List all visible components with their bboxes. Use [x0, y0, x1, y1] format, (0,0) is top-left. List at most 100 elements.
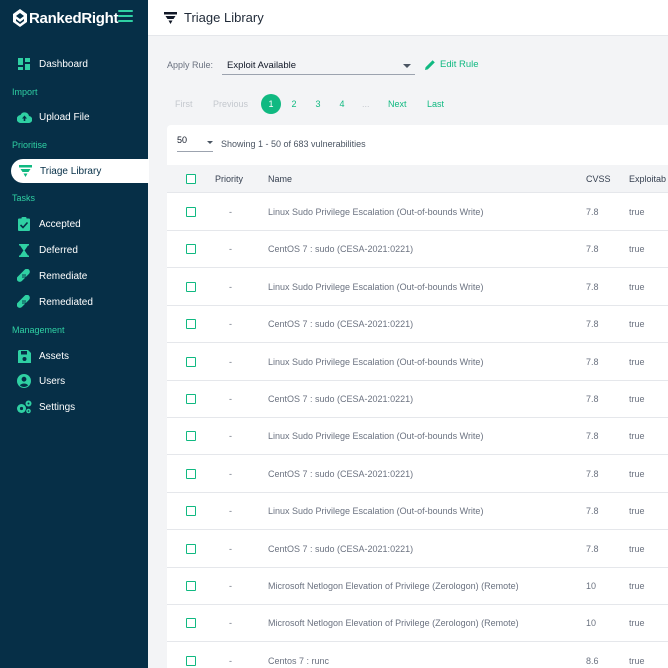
table-row[interactable]: - CentOS 7 : sudo (CESA-2021:0221) 7.8 true [167, 381, 668, 418]
sidebar-item-dashboard[interactable]: Dashboard [10, 52, 148, 76]
sidebar-item-triage-library[interactable]: Triage Library [11, 159, 149, 183]
column-header-name[interactable]: Name [268, 174, 292, 184]
row-priority: - [229, 656, 232, 666]
sidebar-item-remediate[interactable]: Remediate [10, 264, 148, 288]
caret-down-icon [403, 64, 411, 68]
row-checkbox[interactable] [186, 282, 196, 292]
table-row[interactable]: - Linux Sudo Privilege Escalation (Out-of… [167, 493, 668, 530]
row-priority: - [229, 244, 232, 254]
table-row[interactable]: - CentOS 7 : sudo (CESA-2021:0221) 7.8 true [167, 531, 668, 568]
sidebar-item-label: Users [39, 375, 66, 387]
sidebar-section-management: Management [12, 325, 65, 335]
row-priority: - [229, 581, 232, 591]
table-row[interactable]: - Microsoft Netlogon Elevation of Privile… [167, 568, 668, 605]
row-name[interactable]: CentOS 7 : sudo (CESA-2021:0221) [268, 244, 413, 254]
row-name[interactable]: CentOS 7 : sudo (CESA-2021:0221) [268, 469, 413, 479]
table-row[interactable]: - CentOS 7 : sudo (CESA-2021:0221) 7.8 true [167, 231, 668, 268]
pagination-page-4[interactable]: 4 [332, 94, 352, 114]
brand-logo[interactable]: RankedRight [13, 8, 119, 28]
row-exploitable: true [629, 431, 645, 441]
row-name[interactable]: CentOS 7 : sudo (CESA-2021:0221) [268, 544, 413, 554]
pagination-page-3[interactable]: 3 [308, 94, 328, 114]
pagination-previous[interactable]: Previous [213, 94, 248, 114]
row-checkbox[interactable] [186, 469, 196, 479]
column-header-cvss[interactable]: CVSS [586, 174, 611, 184]
table-row[interactable]: - Linux Sudo Privilege Escalation (Out-of… [167, 418, 668, 455]
row-exploitable: true [629, 618, 645, 628]
sidebar-item-users[interactable]: Users [10, 369, 148, 393]
dashboard-icon [16, 56, 32, 72]
row-cvss: 7.8 [586, 431, 599, 441]
page-header: Triage Library [148, 0, 668, 36]
edit-rule-label: Edit Rule [440, 59, 479, 70]
row-cvss: 7.8 [586, 244, 599, 254]
row-checkbox[interactable] [186, 431, 196, 441]
hamburger-menu-icon[interactable] [118, 10, 133, 22]
table-row[interactable]: - CentOS 7 : sudo (CESA-2021:0221) 7.8 true [167, 456, 668, 493]
cloud-upload-icon [16, 109, 32, 125]
row-checkbox[interactable] [186, 618, 196, 628]
sidebar-item-label: Assets [39, 350, 70, 362]
sidebar-item-label: Accepted [39, 218, 81, 230]
row-name[interactable]: Linux Sudo Privilege Escalation (Out-of-… [268, 506, 483, 516]
row-name[interactable]: CentOS 7 : sudo (CESA-2021:0221) [268, 319, 413, 329]
row-name[interactable]: Microsoft Netlogon Elevation of Privileg… [268, 581, 519, 591]
row-checkbox[interactable] [186, 656, 196, 666]
caret-down-icon [207, 141, 213, 144]
sidebar-item-assets[interactable]: Assets [10, 344, 148, 368]
column-header-exploitable[interactable]: Exploitab [629, 174, 666, 184]
row-checkbox[interactable] [186, 207, 196, 217]
row-name[interactable]: CentOS 7 : sudo (CESA-2021:0221) [268, 394, 413, 404]
table-row[interactable]: - Centos 7 : runc 8.6 true [167, 643, 668, 668]
sidebar-item-accepted[interactable]: Accepted [10, 212, 148, 236]
select-all-checkbox[interactable] [186, 174, 196, 184]
row-exploitable: true [629, 357, 645, 367]
table-row[interactable]: - Linux Sudo Privilege Escalation (Out-of… [167, 194, 668, 231]
funnel-icon [164, 11, 177, 24]
row-name[interactable]: Centos 7 : runc [268, 656, 329, 666]
row-checkbox[interactable] [186, 244, 196, 254]
table-row[interactable]: - CentOS 7 : sudo (CESA-2021:0221) 7.8 true [167, 306, 668, 343]
sidebar-item-label: Dashboard [39, 58, 88, 70]
table-row[interactable]: - Microsoft Netlogon Elevation of Privile… [167, 605, 668, 642]
row-checkbox[interactable] [186, 319, 196, 329]
pagination-page-2[interactable]: 2 [284, 94, 304, 114]
sidebar-item-label: Remediated [39, 296, 93, 308]
column-header-priority[interactable]: Priority [215, 174, 243, 184]
bandage-icon [16, 268, 32, 284]
row-name[interactable]: Linux Sudo Privilege Escalation (Out-of-… [268, 357, 483, 367]
funnel-icon [17, 163, 33, 179]
row-name[interactable]: Linux Sudo Privilege Escalation (Out-of-… [268, 431, 483, 441]
pagination-first[interactable]: First [175, 94, 193, 114]
edit-rule-button[interactable]: Edit Rule [425, 59, 479, 70]
row-priority: - [229, 394, 232, 404]
page-size-select[interactable]: 50 [177, 135, 213, 152]
row-checkbox[interactable] [186, 544, 196, 554]
pagination-page-1[interactable]: 1 [261, 94, 281, 114]
row-priority: - [229, 544, 232, 554]
row-checkbox[interactable] [186, 506, 196, 516]
pagination-last[interactable]: Last [427, 94, 444, 114]
sidebar-item-deferred[interactable]: Deferred [10, 238, 148, 262]
row-name[interactable]: Linux Sudo Privilege Escalation (Out-of-… [268, 207, 483, 217]
row-checkbox[interactable] [186, 357, 196, 367]
sidebar-item-upload-file[interactable]: Upload File [10, 105, 148, 129]
sidebar-item-settings[interactable]: Settings [10, 395, 148, 419]
page-size-value: 50 [177, 135, 188, 145]
row-checkbox[interactable] [186, 394, 196, 404]
table-row[interactable]: - Linux Sudo Privilege Escalation (Out-of… [167, 269, 668, 306]
row-name[interactable]: Microsoft Netlogon Elevation of Privileg… [268, 618, 519, 628]
apply-rule-select[interactable]: Exploit Available [222, 56, 415, 75]
row-priority: - [229, 282, 232, 292]
vulnerabilities-table-card: 50 Showing 1 - 50 of 683 vulnerabilities… [167, 125, 668, 668]
row-exploitable: true [629, 656, 645, 666]
sidebar-item-remediated[interactable]: Remediated [10, 290, 148, 314]
table-row[interactable]: - Linux Sudo Privilege Escalation (Out-of… [167, 344, 668, 381]
row-name[interactable]: Linux Sudo Privilege Escalation (Out-of-… [268, 282, 483, 292]
row-cvss: 8.6 [586, 656, 599, 666]
row-cvss: 10 [586, 618, 597, 628]
row-checkbox[interactable] [186, 581, 196, 591]
row-priority: - [229, 431, 232, 441]
pagination-next[interactable]: Next [388, 94, 407, 114]
pagination-ellipsis: ... [362, 99, 370, 109]
